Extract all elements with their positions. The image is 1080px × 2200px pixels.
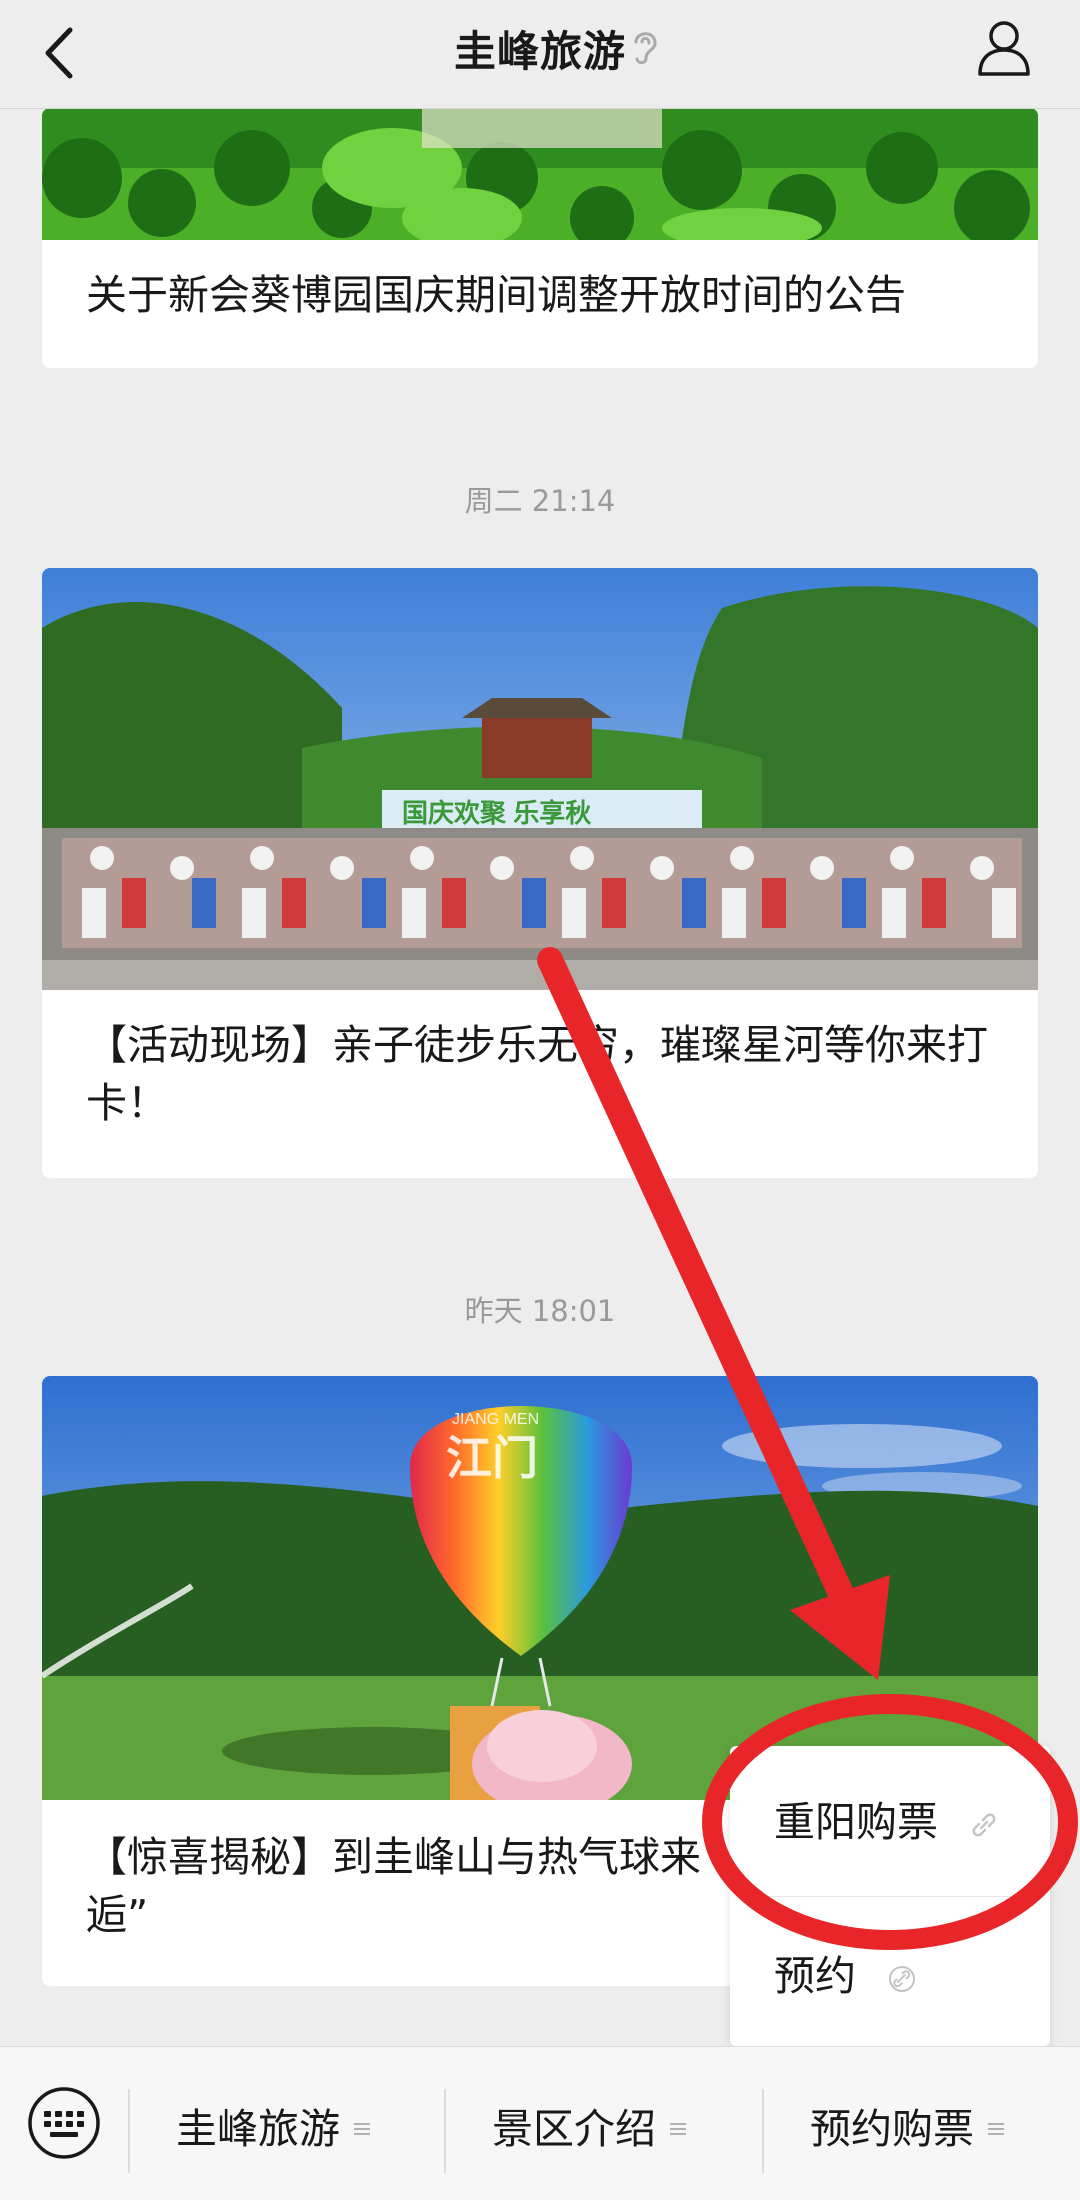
bottom-menu-bar: 圭峰旅游 景区介绍 预约购票	[0, 2046, 1080, 2200]
page-title: 圭峰旅游	[453, 27, 626, 76]
menu-separator	[444, 2089, 446, 2173]
menu-separator	[128, 2089, 130, 2173]
article-card[interactable]: 国庆欢聚 乐享秋 【活动现场】亲子徒步乐无穷，璀璨星河等你来打卡！	[42, 568, 1038, 1178]
link-icon	[972, 1813, 996, 1837]
menu-divider	[760, 1896, 1020, 1897]
menu-item-reservation[interactable]: 预约	[774, 1942, 917, 2002]
article-title-line1: 【惊喜揭秘】到圭峰山与热气球来	[86, 1833, 701, 1881]
message-timestamp: 昨天 18:01	[464, 1294, 616, 1328]
menu-item-label: 预约	[774, 1952, 856, 2000]
menu-lines-icon	[354, 2123, 370, 2135]
menu-tab-label: 圭峰旅游	[176, 2105, 340, 2153]
menu-tab-label: 景区介绍	[492, 2105, 656, 2153]
menu-tab-booking-tickets[interactable]: 预约购票	[810, 2089, 1004, 2169]
article-cover-image: 国庆欢聚 乐享秋	[42, 568, 1038, 990]
keyboard-icon[interactable]	[26, 2085, 102, 2161]
balloon-arc-text: JIANG MEN	[452, 1411, 539, 1428]
article-title: 【活动现场】亲子徒步乐无穷，璀璨星河等你来打卡！	[86, 1021, 988, 1127]
menu-item-chongyang-ticket[interactable]: 重阳购票	[774, 1788, 999, 1848]
article-cover-image	[42, 108, 1038, 240]
article-title: 关于新会葵博园国庆期间调整开放时间的公告	[86, 271, 906, 319]
menu-lines-icon	[670, 2123, 686, 2135]
menu-separator	[762, 2089, 764, 2173]
menu-tab-scenic-intro[interactable]: 景区介绍	[492, 2089, 686, 2169]
message-timestamp: 周二 21:14	[464, 484, 616, 518]
article-card[interactable]: 关于新会葵博园国庆期间调整开放时间的公告	[42, 108, 1038, 368]
top-navigation-bar: 圭峰旅游	[0, 0, 1080, 109]
menu-item-label: 重阳购票	[774, 1798, 938, 1846]
balloon-text: 江门	[446, 1432, 538, 1484]
banner-text: 国庆欢聚 乐享秋	[402, 798, 592, 828]
menu-tab-label: 预约购票	[810, 2105, 974, 2153]
ear-icon	[634, 32, 657, 65]
link-icon	[889, 1966, 916, 1992]
article-title-line2: 逅”	[86, 1891, 149, 1939]
menu-lines-icon	[988, 2123, 1004, 2135]
menu-tab-guifeng-travel[interactable]: 圭峰旅游	[176, 2089, 370, 2169]
popup-submenu: 重阳购票 预约	[730, 1746, 1050, 2046]
article-cover-image: 江门 JIANG MEN	[42, 1376, 1038, 1800]
user-icon[interactable]	[976, 16, 1032, 78]
